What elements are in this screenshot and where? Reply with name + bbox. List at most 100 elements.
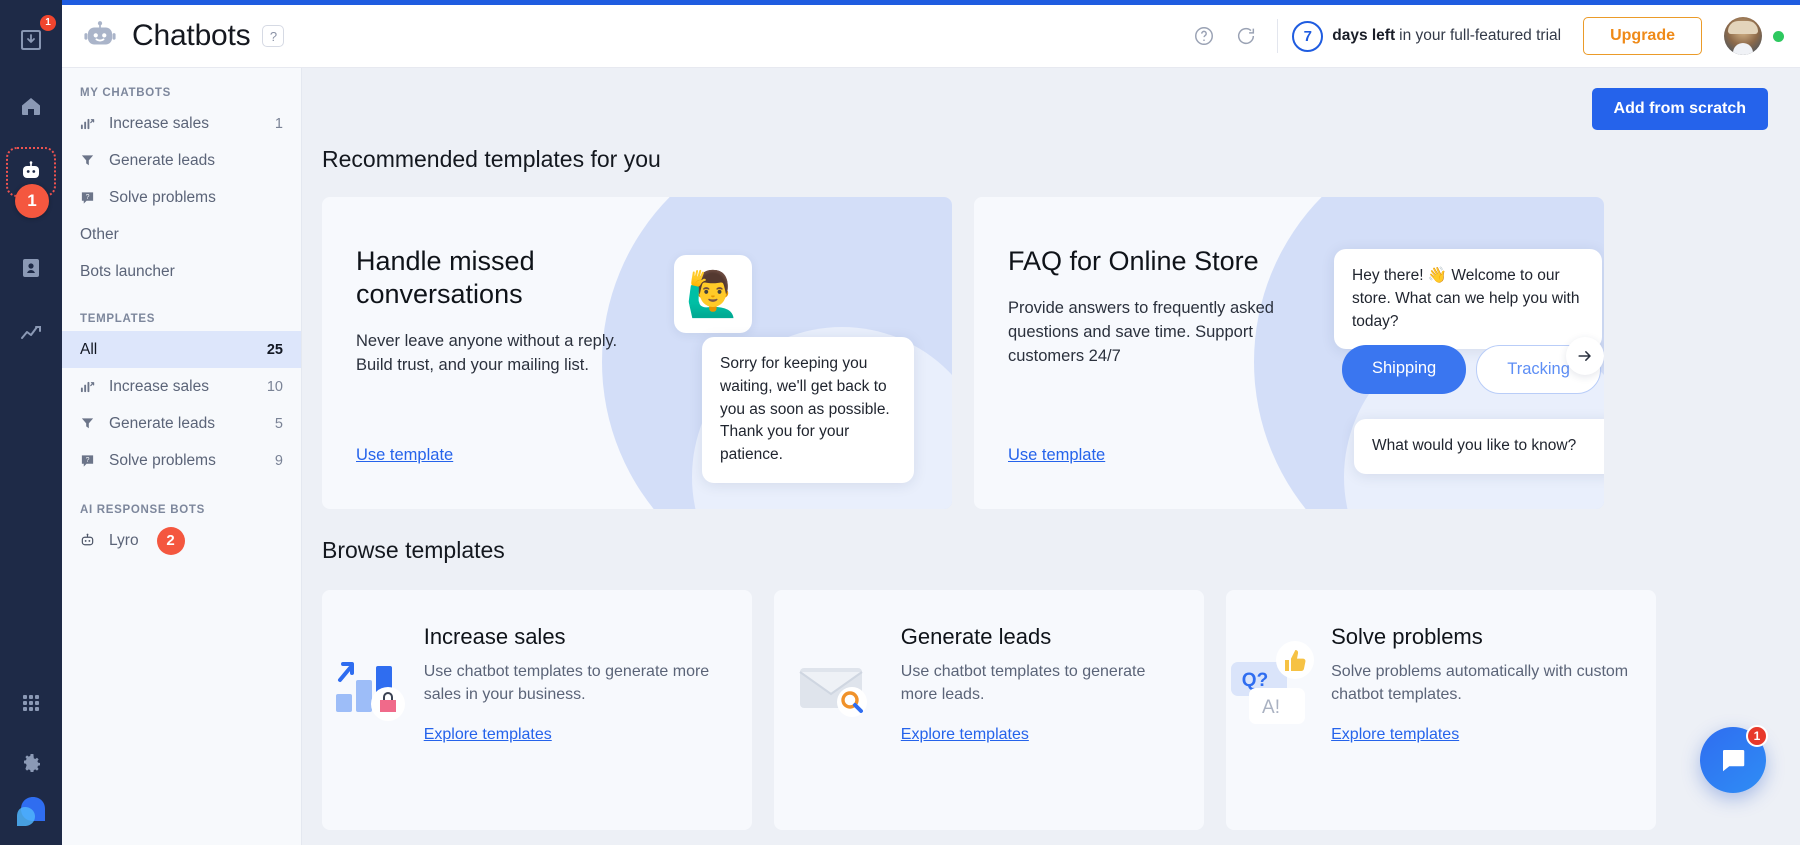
sidebar-item-solve-problems[interactable]: ? Solve problems bbox=[62, 179, 301, 216]
main-content: Add from scratch Recommended templates f… bbox=[302, 68, 1800, 845]
card-title: Increase sales bbox=[424, 624, 730, 650]
increase-sales-icon bbox=[80, 116, 102, 131]
apps-icon[interactable] bbox=[9, 681, 53, 725]
card-body: FAQ for Online Store Provide answers to … bbox=[974, 197, 1304, 368]
sidebar-group-ai-response-bots: AI RESPONSE BOTS bbox=[62, 495, 301, 522]
funnel-icon bbox=[80, 153, 102, 168]
chatbots-header-icon bbox=[82, 18, 118, 54]
header-actions: 7 days left in your full-featured trial … bbox=[1187, 17, 1800, 55]
card-body: Generate leads Use chatbot templates to … bbox=[901, 624, 1204, 830]
envelope-search-icon bbox=[774, 624, 901, 830]
sidebar-count: 10 bbox=[267, 379, 283, 395]
card-title: Solve problems bbox=[1331, 624, 1634, 650]
sidebar-label: Increase sales bbox=[109, 378, 267, 396]
trial-bold-text: days left bbox=[1332, 27, 1395, 45]
app-root: 1 1 bbox=[0, 0, 1800, 845]
sidebar-label: Increase sales bbox=[109, 115, 275, 133]
explore-templates-link[interactable]: Explore templates bbox=[901, 726, 1029, 744]
use-template-link[interactable]: Use template bbox=[356, 446, 453, 465]
sidebar-label: Bots launcher bbox=[80, 263, 283, 281]
sidebar-group-my-chatbots: MY CHATBOTS bbox=[62, 78, 301, 105]
help-bubble-icon: ? bbox=[80, 453, 102, 468]
add-from-scratch-row: Add from scratch bbox=[302, 68, 1800, 130]
preview-chat-bubble-welcome: Hey there! 👋 Welcome to our store. What … bbox=[1334, 249, 1602, 349]
inbox-badge: 1 bbox=[40, 15, 56, 31]
chatbot-icon[interactable]: 1 bbox=[9, 150, 53, 194]
sidebar-label: Other bbox=[80, 226, 283, 244]
quick-reply-shipping[interactable]: Shipping bbox=[1342, 345, 1466, 394]
chat-launcher-button[interactable]: 1 bbox=[1700, 727, 1766, 793]
trial-status: 7 days left in your full-featured trial bbox=[1292, 21, 1561, 52]
contacts-icon[interactable] bbox=[9, 246, 53, 290]
browse-card-generate-leads[interactable]: Generate leads Use chatbot templates to … bbox=[774, 590, 1204, 830]
sidebar-label: Solve problems bbox=[109, 189, 283, 207]
chat-bubble-icon bbox=[1718, 745, 1748, 775]
raising-hand-emoji-icon: 🙋‍♂️ bbox=[674, 255, 752, 333]
browse-templates-grid: Increase sales Use chatbot templates to … bbox=[322, 590, 1800, 830]
card-description: Provide answers to frequently asked ques… bbox=[1008, 296, 1304, 368]
arrow-right-icon[interactable] bbox=[1566, 337, 1604, 375]
sidebar-group-templates: TEMPLATES bbox=[62, 304, 301, 331]
svg-text:Q?: Q? bbox=[1241, 670, 1267, 691]
refresh-icon[interactable] bbox=[1229, 19, 1263, 53]
sidebar-label: Lyro bbox=[109, 532, 139, 550]
qa-thumbsup-icon: Q? A! bbox=[1226, 624, 1331, 830]
browse-card-increase-sales[interactable]: Increase sales Use chatbot templates to … bbox=[322, 590, 752, 830]
primary-nav-rail: 1 1 bbox=[0, 0, 62, 845]
analytics-icon[interactable] bbox=[9, 312, 53, 356]
svg-text:?: ? bbox=[86, 457, 90, 464]
question-circle-icon[interactable] bbox=[1187, 19, 1221, 53]
recommended-section-title: Recommended templates for you bbox=[322, 146, 1800, 173]
top-accent-bar bbox=[62, 0, 1800, 5]
lyro-robot-icon bbox=[80, 533, 102, 548]
sidebar-item-increase-sales[interactable]: Increase sales 1 bbox=[62, 105, 301, 142]
inbox-icon[interactable]: 1 bbox=[9, 18, 53, 62]
help-bubble-icon: ? bbox=[80, 190, 102, 205]
add-from-scratch-button[interactable]: Add from scratch bbox=[1592, 88, 1768, 130]
card-body: Handle missed conversations Never leave … bbox=[322, 197, 652, 377]
sidebar-label: Solve problems bbox=[109, 452, 275, 470]
recommended-card-handle-missed-conversations[interactable]: Handle missed conversations Never leave … bbox=[322, 197, 952, 509]
sidebar-item-templates-increase-sales[interactable]: Increase sales 10 bbox=[62, 368, 301, 405]
sidebar-label: Generate leads bbox=[109, 152, 283, 170]
brand-logo-icon bbox=[9, 785, 53, 837]
browse-card-solve-problems[interactable]: Q? A! Solve problems Solve problems auto… bbox=[1226, 590, 1656, 830]
card-description: Use chatbot templates to generate more s… bbox=[424, 661, 730, 706]
card-body: Solve problems Solve problems automatica… bbox=[1331, 624, 1656, 830]
explore-templates-link[interactable]: Explore templates bbox=[1331, 726, 1459, 744]
sidebar-item-templates-generate-leads[interactable]: Generate leads 5 bbox=[62, 405, 301, 442]
upgrade-button[interactable]: Upgrade bbox=[1583, 17, 1702, 55]
settings-icon[interactable] bbox=[9, 741, 53, 785]
card-title: Generate leads bbox=[901, 624, 1182, 650]
online-status-dot bbox=[1773, 31, 1784, 42]
avatar[interactable] bbox=[1724, 17, 1762, 55]
sidebar-item-other[interactable]: Other bbox=[62, 216, 301, 253]
use-template-link[interactable]: Use template bbox=[1008, 446, 1105, 465]
browse-section-title: Browse templates bbox=[322, 537, 1800, 564]
sidebar-count: 5 bbox=[275, 416, 283, 432]
sidebar-item-lyro[interactable]: Lyro 2 bbox=[62, 522, 301, 559]
sidebar-item-bots-launcher[interactable]: Bots launcher bbox=[62, 253, 301, 290]
preview-quick-reply-row: Shipping Tracking bbox=[1342, 345, 1601, 394]
page-title: Chatbots bbox=[132, 19, 250, 53]
sidebar-item-templates-all[interactable]: All 25 bbox=[62, 331, 301, 368]
increase-sales-icon bbox=[80, 379, 102, 394]
header-divider bbox=[1277, 19, 1278, 53]
rail-step-badge-2: 2 bbox=[157, 527, 185, 555]
funnel-icon bbox=[80, 416, 102, 431]
explore-templates-link[interactable]: Explore templates bbox=[424, 726, 552, 744]
recommended-card-faq-for-online-store[interactable]: FAQ for Online Store Provide answers to … bbox=[974, 197, 1604, 509]
sidebar-count: 25 bbox=[267, 342, 283, 358]
card-description: Solve problems automatically with custom… bbox=[1331, 661, 1634, 706]
rail-step-badge-1: 1 bbox=[15, 184, 49, 218]
trial-days-count: 7 bbox=[1292, 21, 1323, 52]
sidebar-item-generate-leads[interactable]: Generate leads bbox=[62, 142, 301, 179]
sidebar-item-templates-solve-problems[interactable]: ? Solve problems 9 bbox=[62, 442, 301, 479]
card-body: Increase sales Use chatbot templates to … bbox=[424, 624, 752, 830]
preview-chat-bubble-question: What would you like to know? bbox=[1354, 419, 1604, 474]
card-title: FAQ for Online Store bbox=[1008, 245, 1304, 278]
help-chip-button[interactable]: ? bbox=[262, 25, 284, 47]
sidebar-count: 9 bbox=[275, 453, 283, 469]
recommended-templates-grid: Handle missed conversations Never leave … bbox=[322, 197, 1800, 509]
home-icon[interactable] bbox=[9, 84, 53, 128]
